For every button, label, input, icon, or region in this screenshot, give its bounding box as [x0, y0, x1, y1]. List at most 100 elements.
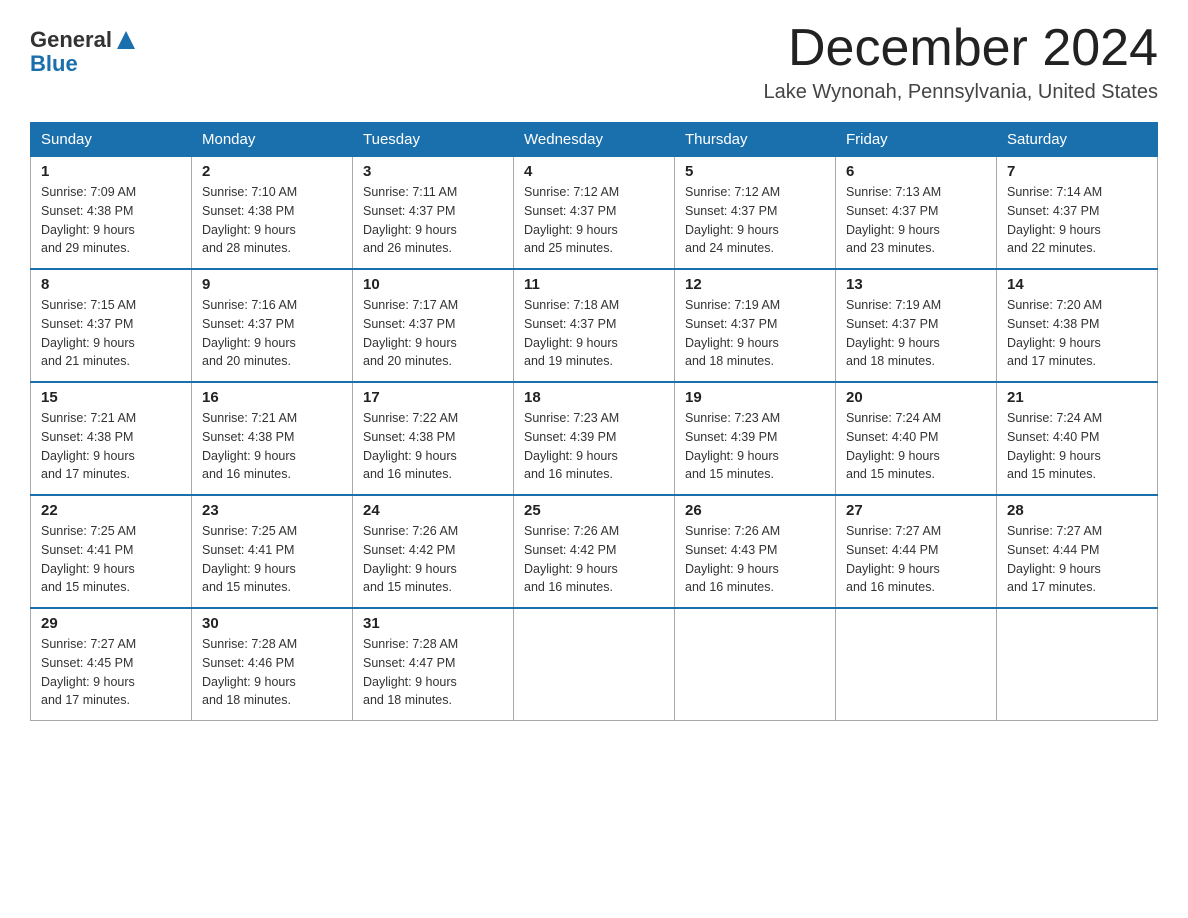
calendar-week-row: 8 Sunrise: 7:15 AM Sunset: 4:37 PM Dayli…	[31, 269, 1158, 382]
day-number: 18	[524, 389, 664, 406]
day-info: Sunrise: 7:20 AM Sunset: 4:38 PM Dayligh…	[1007, 296, 1147, 371]
logo-triangle-icon	[115, 29, 137, 51]
day-number: 22	[41, 502, 181, 519]
title-area: December 2024 Lake Wynonah, Pennsylvania…	[763, 20, 1158, 104]
weekday-header-wednesday: Wednesday	[514, 123, 675, 157]
calendar-week-row: 22 Sunrise: 7:25 AM Sunset: 4:41 PM Dayl…	[31, 495, 1158, 608]
day-number: 31	[363, 615, 503, 632]
logo: General Blue	[30, 20, 137, 76]
day-info: Sunrise: 7:23 AM Sunset: 4:39 PM Dayligh…	[524, 409, 664, 484]
calendar-cell: 11 Sunrise: 7:18 AM Sunset: 4:37 PM Dayl…	[514, 269, 675, 382]
logo-text-blue: Blue	[30, 51, 78, 76]
day-number: 16	[202, 389, 342, 406]
weekday-header-sunday: Sunday	[31, 123, 192, 157]
page-header: General Blue December 2024 Lake Wynonah,…	[30, 20, 1158, 104]
calendar-cell: 2 Sunrise: 7:10 AM Sunset: 4:38 PM Dayli…	[192, 157, 353, 270]
calendar-cell	[675, 608, 836, 721]
day-info: Sunrise: 7:17 AM Sunset: 4:37 PM Dayligh…	[363, 296, 503, 371]
day-number: 23	[202, 502, 342, 519]
day-info: Sunrise: 7:12 AM Sunset: 4:37 PM Dayligh…	[685, 183, 825, 258]
day-number: 7	[1007, 163, 1147, 180]
calendar-cell: 21 Sunrise: 7:24 AM Sunset: 4:40 PM Dayl…	[997, 382, 1158, 495]
calendar-cell: 22 Sunrise: 7:25 AM Sunset: 4:41 PM Dayl…	[31, 495, 192, 608]
day-number: 21	[1007, 389, 1147, 406]
day-info: Sunrise: 7:26 AM Sunset: 4:42 PM Dayligh…	[363, 522, 503, 597]
day-info: Sunrise: 7:24 AM Sunset: 4:40 PM Dayligh…	[1007, 409, 1147, 484]
weekday-header-monday: Monday	[192, 123, 353, 157]
day-number: 14	[1007, 276, 1147, 293]
calendar-week-row: 29 Sunrise: 7:27 AM Sunset: 4:45 PM Dayl…	[31, 608, 1158, 721]
day-number: 9	[202, 276, 342, 293]
calendar-cell: 1 Sunrise: 7:09 AM Sunset: 4:38 PM Dayli…	[31, 157, 192, 270]
calendar-cell: 28 Sunrise: 7:27 AM Sunset: 4:44 PM Dayl…	[997, 495, 1158, 608]
day-info: Sunrise: 7:12 AM Sunset: 4:37 PM Dayligh…	[524, 183, 664, 258]
calendar-cell: 23 Sunrise: 7:25 AM Sunset: 4:41 PM Dayl…	[192, 495, 353, 608]
day-info: Sunrise: 7:19 AM Sunset: 4:37 PM Dayligh…	[685, 296, 825, 371]
calendar-cell: 10 Sunrise: 7:17 AM Sunset: 4:37 PM Dayl…	[353, 269, 514, 382]
day-number: 8	[41, 276, 181, 293]
weekday-header-tuesday: Tuesday	[353, 123, 514, 157]
day-info: Sunrise: 7:19 AM Sunset: 4:37 PM Dayligh…	[846, 296, 986, 371]
calendar-cell: 14 Sunrise: 7:20 AM Sunset: 4:38 PM Dayl…	[997, 269, 1158, 382]
calendar-cell: 6 Sunrise: 7:13 AM Sunset: 4:37 PM Dayli…	[836, 157, 997, 270]
calendar-cell: 27 Sunrise: 7:27 AM Sunset: 4:44 PM Dayl…	[836, 495, 997, 608]
calendar-cell: 5 Sunrise: 7:12 AM Sunset: 4:37 PM Dayli…	[675, 157, 836, 270]
location-title: Lake Wynonah, Pennsylvania, United State…	[763, 81, 1158, 104]
calendar-table: SundayMondayTuesdayWednesdayThursdayFrid…	[30, 122, 1158, 721]
calendar-cell: 9 Sunrise: 7:16 AM Sunset: 4:37 PM Dayli…	[192, 269, 353, 382]
calendar-cell: 24 Sunrise: 7:26 AM Sunset: 4:42 PM Dayl…	[353, 495, 514, 608]
day-info: Sunrise: 7:25 AM Sunset: 4:41 PM Dayligh…	[41, 522, 181, 597]
day-info: Sunrise: 7:09 AM Sunset: 4:38 PM Dayligh…	[41, 183, 181, 258]
day-info: Sunrise: 7:24 AM Sunset: 4:40 PM Dayligh…	[846, 409, 986, 484]
day-info: Sunrise: 7:14 AM Sunset: 4:37 PM Dayligh…	[1007, 183, 1147, 258]
day-number: 6	[846, 163, 986, 180]
calendar-cell: 17 Sunrise: 7:22 AM Sunset: 4:38 PM Dayl…	[353, 382, 514, 495]
calendar-cell: 30 Sunrise: 7:28 AM Sunset: 4:46 PM Dayl…	[192, 608, 353, 721]
calendar-week-row: 1 Sunrise: 7:09 AM Sunset: 4:38 PM Dayli…	[31, 157, 1158, 270]
calendar-cell: 8 Sunrise: 7:15 AM Sunset: 4:37 PM Dayli…	[31, 269, 192, 382]
day-number: 13	[846, 276, 986, 293]
day-info: Sunrise: 7:23 AM Sunset: 4:39 PM Dayligh…	[685, 409, 825, 484]
day-number: 12	[685, 276, 825, 293]
day-info: Sunrise: 7:16 AM Sunset: 4:37 PM Dayligh…	[202, 296, 342, 371]
day-number: 1	[41, 163, 181, 180]
day-number: 2	[202, 163, 342, 180]
day-info: Sunrise: 7:21 AM Sunset: 4:38 PM Dayligh…	[202, 409, 342, 484]
day-info: Sunrise: 7:11 AM Sunset: 4:37 PM Dayligh…	[363, 183, 503, 258]
day-number: 4	[524, 163, 664, 180]
day-info: Sunrise: 7:28 AM Sunset: 4:46 PM Dayligh…	[202, 635, 342, 710]
day-info: Sunrise: 7:26 AM Sunset: 4:43 PM Dayligh…	[685, 522, 825, 597]
calendar-cell: 12 Sunrise: 7:19 AM Sunset: 4:37 PM Dayl…	[675, 269, 836, 382]
day-info: Sunrise: 7:10 AM Sunset: 4:38 PM Dayligh…	[202, 183, 342, 258]
day-info: Sunrise: 7:25 AM Sunset: 4:41 PM Dayligh…	[202, 522, 342, 597]
calendar-cell: 20 Sunrise: 7:24 AM Sunset: 4:40 PM Dayl…	[836, 382, 997, 495]
calendar-cell: 26 Sunrise: 7:26 AM Sunset: 4:43 PM Dayl…	[675, 495, 836, 608]
day-number: 10	[363, 276, 503, 293]
calendar-cell: 19 Sunrise: 7:23 AM Sunset: 4:39 PM Dayl…	[675, 382, 836, 495]
day-info: Sunrise: 7:28 AM Sunset: 4:47 PM Dayligh…	[363, 635, 503, 710]
calendar-cell: 7 Sunrise: 7:14 AM Sunset: 4:37 PM Dayli…	[997, 157, 1158, 270]
day-info: Sunrise: 7:13 AM Sunset: 4:37 PM Dayligh…	[846, 183, 986, 258]
weekday-header-saturday: Saturday	[997, 123, 1158, 157]
calendar-cell	[514, 608, 675, 721]
day-info: Sunrise: 7:21 AM Sunset: 4:38 PM Dayligh…	[41, 409, 181, 484]
weekday-header-thursday: Thursday	[675, 123, 836, 157]
calendar-cell: 13 Sunrise: 7:19 AM Sunset: 4:37 PM Dayl…	[836, 269, 997, 382]
calendar-cell: 31 Sunrise: 7:28 AM Sunset: 4:47 PM Dayl…	[353, 608, 514, 721]
day-number: 30	[202, 615, 342, 632]
day-info: Sunrise: 7:27 AM Sunset: 4:44 PM Dayligh…	[1007, 522, 1147, 597]
day-info: Sunrise: 7:15 AM Sunset: 4:37 PM Dayligh…	[41, 296, 181, 371]
day-number: 24	[363, 502, 503, 519]
day-number: 5	[685, 163, 825, 180]
calendar-cell: 3 Sunrise: 7:11 AM Sunset: 4:37 PM Dayli…	[353, 157, 514, 270]
month-title: December 2024	[763, 20, 1158, 77]
calendar-cell: 25 Sunrise: 7:26 AM Sunset: 4:42 PM Dayl…	[514, 495, 675, 608]
day-number: 15	[41, 389, 181, 406]
day-info: Sunrise: 7:27 AM Sunset: 4:44 PM Dayligh…	[846, 522, 986, 597]
day-number: 29	[41, 615, 181, 632]
day-info: Sunrise: 7:27 AM Sunset: 4:45 PM Dayligh…	[41, 635, 181, 710]
day-number: 3	[363, 163, 503, 180]
day-number: 27	[846, 502, 986, 519]
day-info: Sunrise: 7:22 AM Sunset: 4:38 PM Dayligh…	[363, 409, 503, 484]
calendar-cell: 29 Sunrise: 7:27 AM Sunset: 4:45 PM Dayl…	[31, 608, 192, 721]
